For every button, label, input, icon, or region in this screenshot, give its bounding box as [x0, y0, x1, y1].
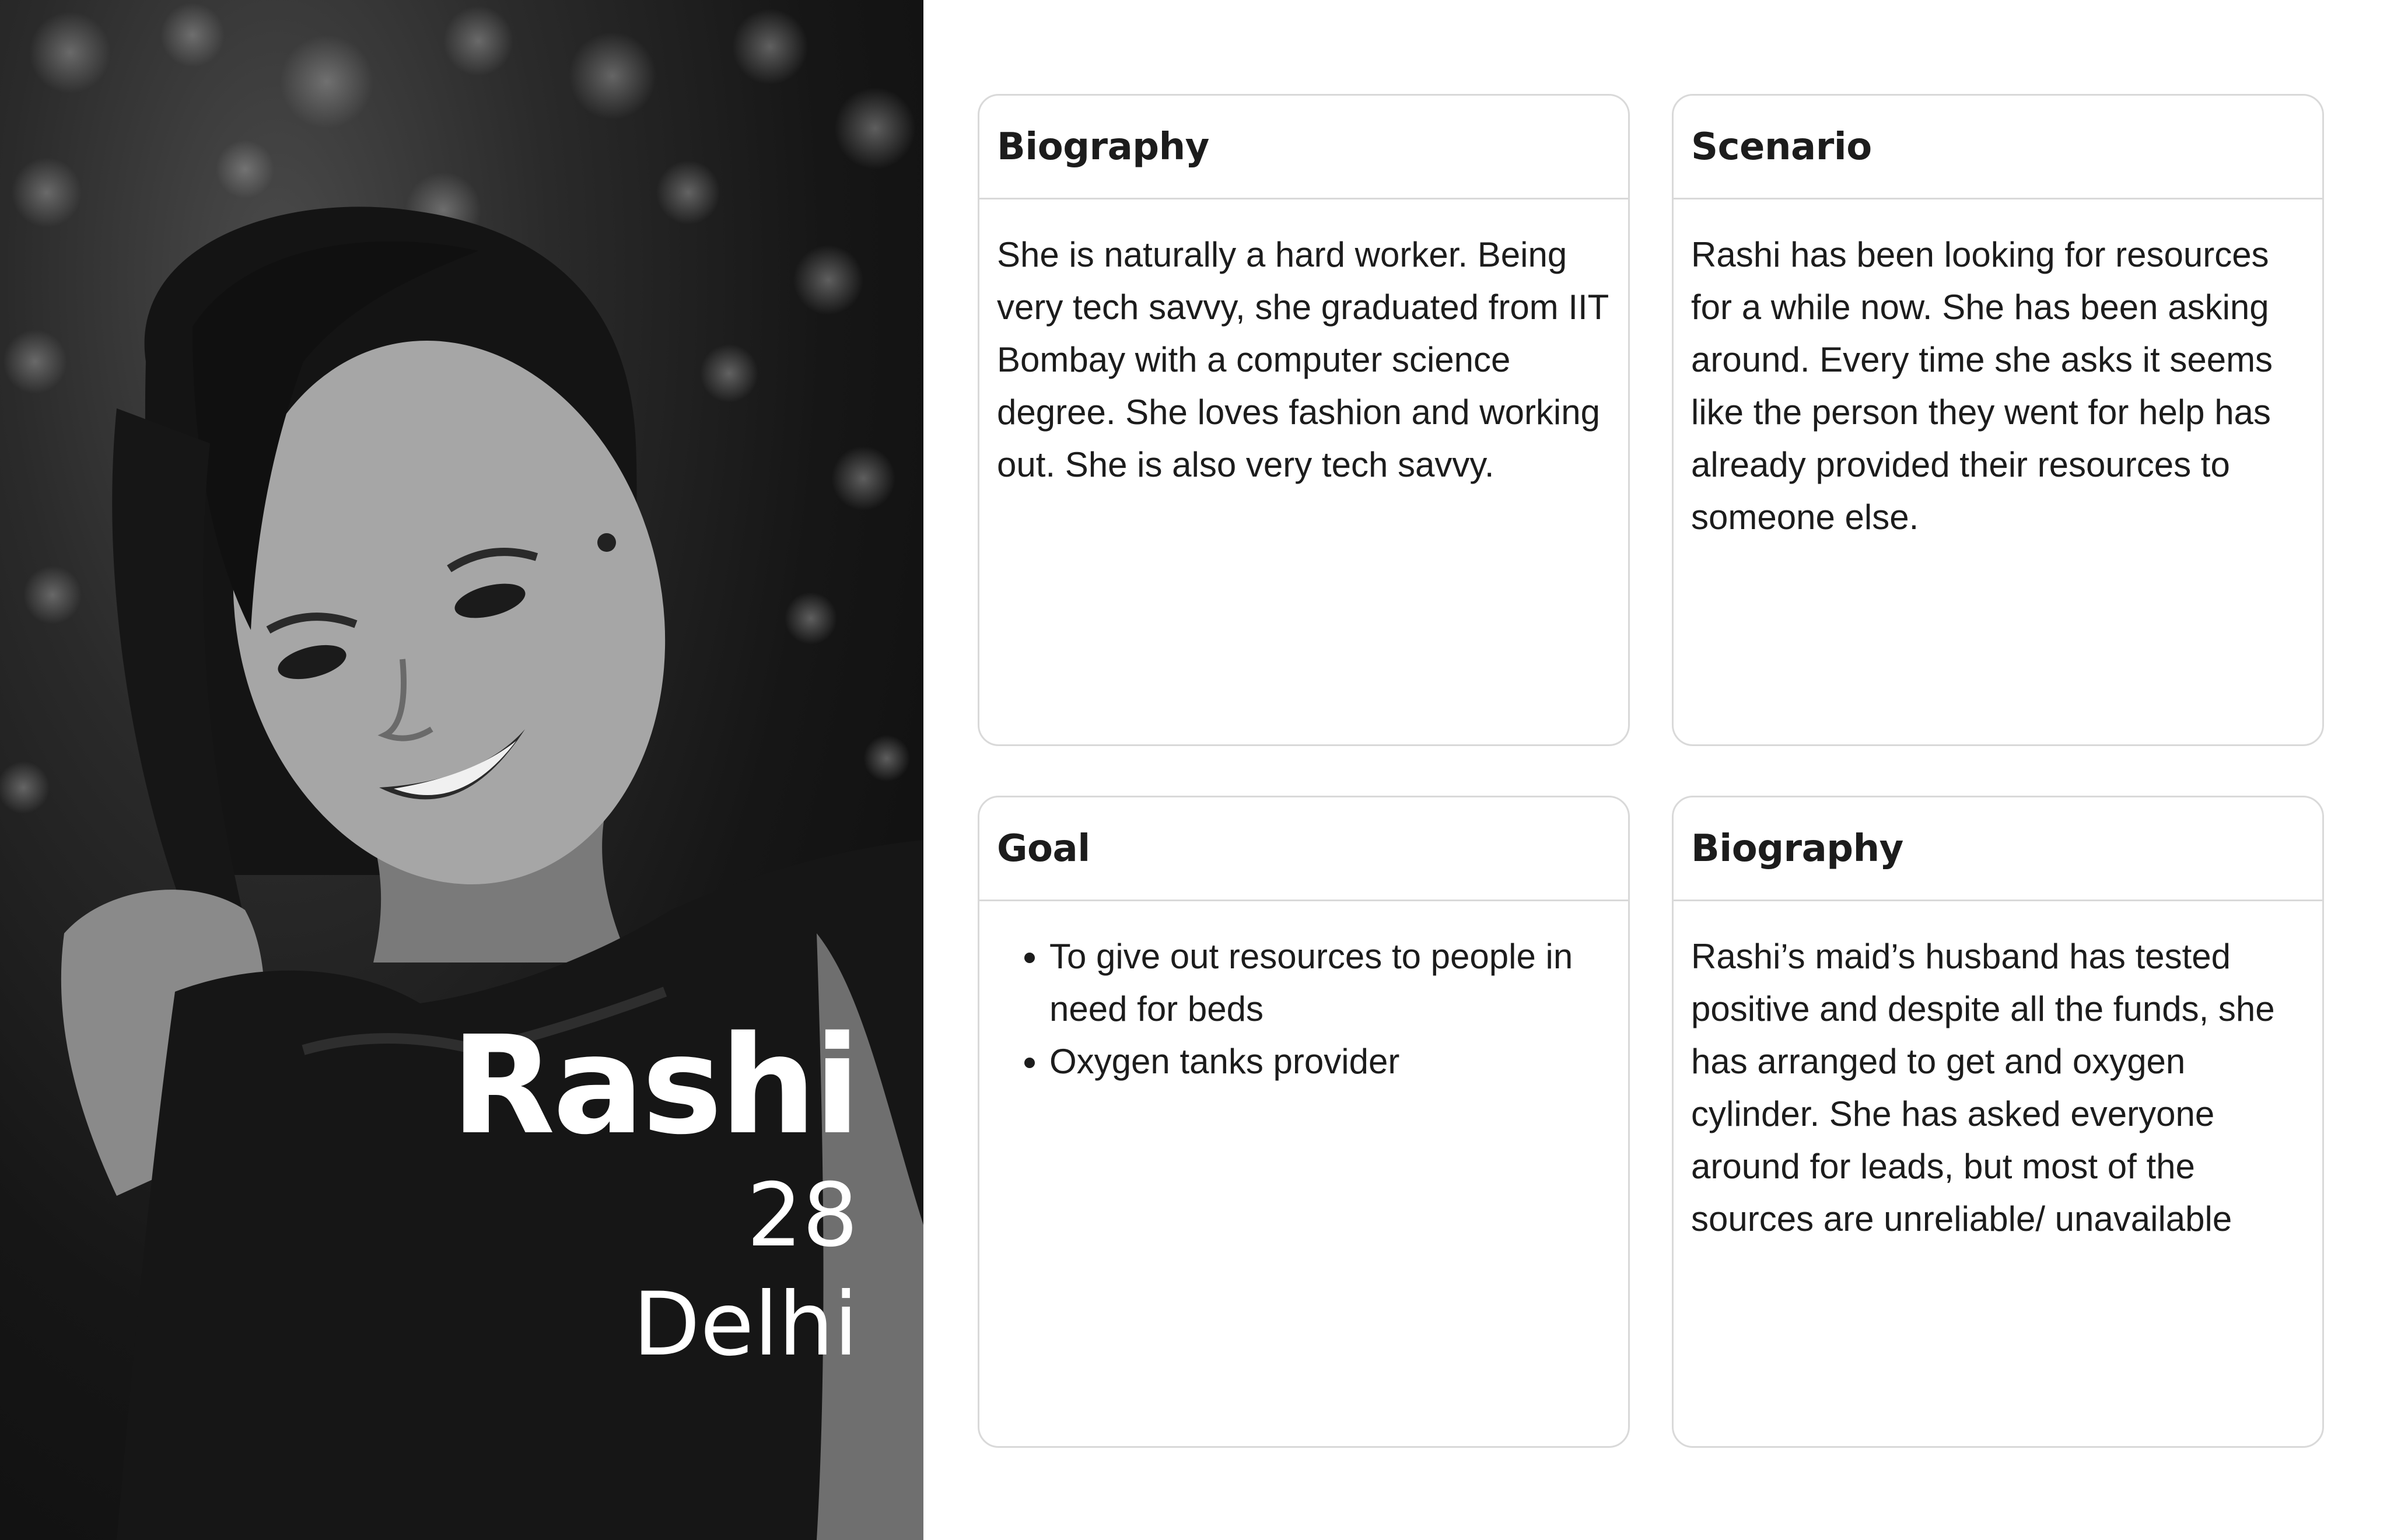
card-body: To give out resources to people in need … — [979, 901, 1628, 1088]
biography-text: Rashi’s maid’s husband has tested positi… — [1691, 937, 2275, 1238]
card-title: Scenario — [1691, 125, 1872, 169]
card-header: Biography — [979, 96, 1628, 200]
persona-city: Delhi — [632, 1273, 858, 1376]
goal-card: Goal To give out resources to people in … — [978, 796, 1630, 1448]
goal-list-item: To give out resources to people in need … — [1049, 930, 1611, 1035]
card-header: Biography — [1674, 797, 2322, 901]
portrait-panel: Rashi 28 Delhi — [0, 0, 923, 1540]
goal-list-item: Oxygen tanks provider — [1049, 1035, 1611, 1088]
scenario-text: Rashi has been looking for resources for… — [1691, 235, 2273, 537]
card-body: Rashi’s maid’s husband has tested positi… — [1674, 901, 2322, 1245]
persona-identity: Rashi 28 Delhi — [451, 1007, 860, 1382]
card-title: Biography — [1691, 827, 1903, 870]
biography-card: Biography Rashi’s maid’s husband has tes… — [1672, 796, 2324, 1448]
goal-list: To give out resources to people in need … — [997, 930, 1611, 1088]
persona-name: Rashi — [451, 1007, 860, 1164]
biography-card: Biography She is naturally a hard worker… — [978, 94, 1630, 746]
persona-page: Rashi 28 Delhi Biography She is naturall… — [0, 0, 2394, 1540]
scenario-card: Scenario Rashi has been looking for reso… — [1672, 94, 2324, 746]
card-title: Biography — [997, 125, 1209, 169]
persona-age: 28 — [747, 1164, 858, 1266]
card-header: Goal — [979, 797, 1628, 901]
card-header: Scenario — [1674, 96, 2322, 200]
card-body: She is naturally a hard worker. Being ve… — [979, 200, 1628, 491]
card-title: Goal — [997, 827, 1090, 870]
biography-text: She is naturally a hard worker. Being ve… — [997, 235, 1609, 484]
card-body: Rashi has been looking for resources for… — [1674, 200, 2322, 544]
